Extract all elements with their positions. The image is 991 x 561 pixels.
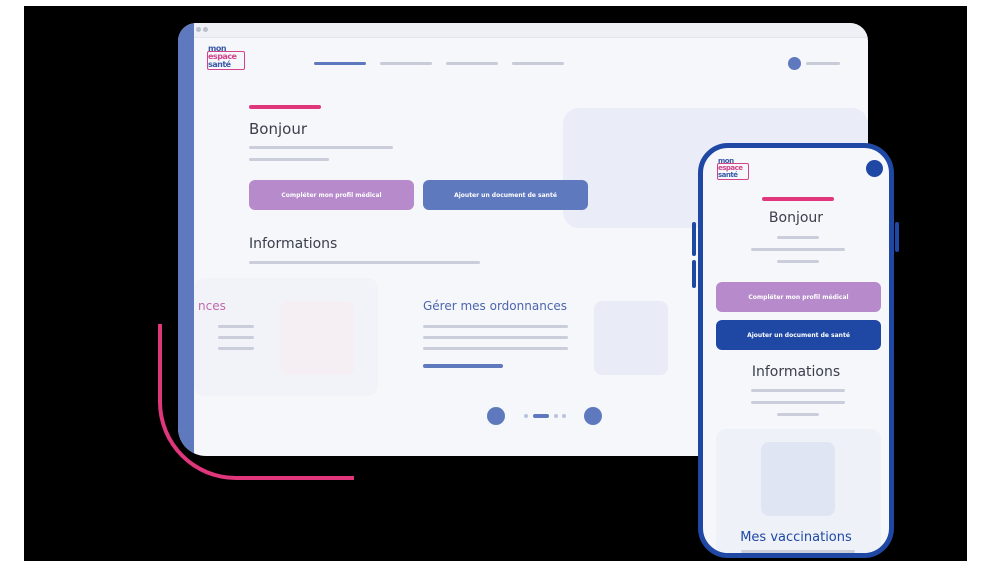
nav-item[interactable] bbox=[512, 62, 564, 65]
text-placeholder-line bbox=[751, 248, 845, 251]
user-avatar-icon[interactable] bbox=[788, 57, 801, 70]
window-title-bar bbox=[194, 23, 868, 38]
card-image-placeholder bbox=[761, 442, 835, 516]
promo-scene: mon espace santé Bonjour Compléter mon p… bbox=[24, 6, 967, 561]
text-placeholder-line bbox=[777, 236, 819, 239]
text-placeholder-line bbox=[218, 347, 254, 350]
text-placeholder-line bbox=[777, 260, 819, 263]
nav-item-active[interactable] bbox=[314, 62, 366, 65]
info-card-title: nces bbox=[198, 299, 226, 313]
card-image-placeholder bbox=[594, 301, 668, 375]
informations-heading: Informations bbox=[249, 236, 338, 252]
text-placeholder-line bbox=[751, 389, 845, 392]
carousel-next-icon[interactable] bbox=[584, 407, 602, 425]
text-placeholder-line bbox=[423, 336, 568, 339]
text-placeholder-line bbox=[249, 261, 480, 264]
logo-frame bbox=[717, 163, 749, 180]
user-avatar-icon[interactable] bbox=[866, 160, 883, 177]
text-placeholder-line bbox=[751, 401, 845, 404]
card-link-bar[interactable] bbox=[423, 364, 503, 368]
greeting-accent-bar bbox=[762, 197, 834, 201]
add-document-button[interactable]: Ajouter un document de santé bbox=[423, 180, 588, 210]
user-name-placeholder[interactable] bbox=[806, 62, 840, 65]
carousel-indicator-dot[interactable] bbox=[562, 414, 566, 418]
window-dot-icon bbox=[203, 27, 208, 32]
phone-side-button bbox=[692, 260, 696, 288]
text-placeholder-line bbox=[218, 336, 254, 339]
text-placeholder-line bbox=[741, 550, 855, 553]
desktop-sidebar bbox=[178, 23, 194, 456]
phone-greeting: Bonjour bbox=[768, 210, 824, 226]
text-placeholder-line bbox=[218, 325, 254, 328]
carousel-indicator-dot[interactable] bbox=[554, 414, 558, 418]
carousel-indicator-dot[interactable] bbox=[524, 414, 528, 418]
greeting-accent-bar bbox=[249, 105, 321, 109]
info-card-title: Gérer mes ordonnances bbox=[423, 299, 568, 313]
nav-item[interactable] bbox=[446, 62, 498, 65]
phone-side-button bbox=[895, 222, 899, 252]
carousel-indicator-active[interactable] bbox=[533, 414, 549, 418]
carousel-prev-icon[interactable] bbox=[487, 407, 505, 425]
logo-frame bbox=[207, 51, 245, 70]
window-dot-icon bbox=[196, 27, 201, 32]
phone-side-button bbox=[692, 222, 696, 256]
text-placeholder-line bbox=[423, 347, 568, 350]
nav-item[interactable] bbox=[380, 62, 432, 65]
text-placeholder-line bbox=[249, 158, 329, 161]
vaccinations-card-title: Mes vaccinations bbox=[740, 530, 852, 545]
informations-heading: Informations bbox=[751, 364, 841, 380]
text-placeholder-line bbox=[423, 325, 568, 328]
desktop-greeting: Bonjour bbox=[249, 120, 307, 138]
card-image-placeholder bbox=[280, 301, 354, 375]
add-document-button[interactable]: Ajouter un document de santé bbox=[716, 320, 881, 350]
phone-app-screen: mon espace santé Bonjour Compléter mon p… bbox=[698, 143, 894, 558]
text-placeholder-line bbox=[777, 413, 819, 416]
complete-profile-button[interactable]: Compléter mon profil médical bbox=[716, 282, 881, 312]
complete-profile-button[interactable]: Compléter mon profil médical bbox=[249, 180, 414, 210]
text-placeholder-line bbox=[249, 146, 393, 149]
